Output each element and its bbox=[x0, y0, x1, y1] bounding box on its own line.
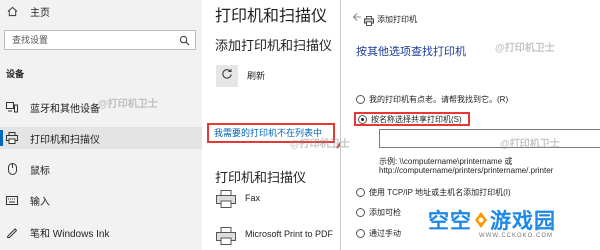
printer-name-fax[interactable]: Fax bbox=[245, 193, 260, 203]
refresh-button[interactable] bbox=[216, 65, 238, 87]
back-arrow-icon[interactable] bbox=[352, 12, 362, 25]
mouse-icon bbox=[6, 163, 18, 175]
radio-button[interactable] bbox=[356, 188, 365, 197]
printer-name-pdf[interactable]: Microsoft Print to PDF bbox=[245, 229, 333, 239]
bluetooth-devices-icon bbox=[6, 101, 18, 113]
option-label: 使用 TCP/IP 地址或主机名添加打印机(I) bbox=[369, 188, 511, 197]
option-label: 我的打印机有点老。请帮我找到它。(R) bbox=[369, 95, 509, 104]
radio-button-selected[interactable] bbox=[358, 114, 367, 124]
option-shared-printer[interactable]: 按名称选择共享打印机(S) bbox=[354, 112, 470, 126]
logo-mark-icon bbox=[474, 211, 488, 229]
keyboard-icon bbox=[6, 194, 18, 206]
option-manual[interactable]: 通过手动 bbox=[356, 228, 401, 239]
logo-text-1: 空空 bbox=[428, 210, 472, 233]
radio-button[interactable] bbox=[356, 229, 365, 238]
option-label: 通过手动 bbox=[369, 229, 401, 238]
dialog-heading: 按其他选项查找打印机 bbox=[356, 46, 466, 58]
shared-printer-name-input[interactable] bbox=[379, 129, 600, 148]
home-icon bbox=[6, 5, 18, 17]
radio-button[interactable] bbox=[356, 95, 365, 104]
option-discoverable[interactable]: 添加可检 bbox=[356, 207, 401, 218]
settings-sidebar: 主页 查找设置 设备 蓝牙和其他设备 打印机和扫描仪 鼠标 输入 笔和 Wind… bbox=[0, 0, 202, 250]
nav-home[interactable]: 主页 bbox=[0, 0, 202, 22]
refresh-icon bbox=[221, 67, 233, 85]
option-label: 添加可检 bbox=[369, 208, 401, 217]
sidebar-item-pen[interactable]: 笔和 Windows Ink bbox=[0, 221, 202, 243]
logo-url: WWW.CCKOKO.COM bbox=[479, 233, 553, 239]
sidebar-item-label: 鼠标 bbox=[30, 165, 50, 177]
nav-section-title: 设备 bbox=[6, 69, 25, 79]
add-printer-heading: 添加打印机和扫描仪 bbox=[215, 38, 333, 53]
fax-printer-icon bbox=[216, 190, 236, 208]
logo-text-2: 游戏园 bbox=[490, 210, 556, 233]
settings-search-input[interactable]: 查找设置 bbox=[4, 30, 196, 50]
sidebar-item-mouse[interactable]: 鼠标 bbox=[0, 158, 202, 180]
printers-page: 打印机和扫描仪 添加打印机和扫描仪 刷新 我需要的打印机不在列表中 打印机和扫描… bbox=[202, 0, 340, 250]
search-placeholder: 查找设置 bbox=[12, 35, 49, 45]
example-line-2: http://computername/printers/printername… bbox=[379, 166, 554, 175]
dialog-title: 添加打印机 bbox=[377, 15, 417, 24]
sidebar-item-label: 笔和 Windows Ink bbox=[30, 228, 110, 240]
watermark-text: @打印机卫士 bbox=[98, 99, 158, 110]
radio-button[interactable] bbox=[356, 208, 365, 217]
pdf-printer-icon bbox=[216, 227, 236, 245]
option-tcpip[interactable]: 使用 TCP/IP 地址或主机名添加打印机(I) bbox=[356, 187, 511, 198]
refresh-label: 刷新 bbox=[247, 71, 266, 81]
watermark-text: @打印机卫士 bbox=[500, 139, 560, 150]
watermark-text: @打印机卫士 bbox=[495, 43, 555, 54]
pen-icon bbox=[6, 226, 18, 238]
dialog-printer-icon bbox=[364, 13, 374, 31]
sidebar-item-typing[interactable]: 输入 bbox=[0, 189, 202, 211]
page-title: 打印机和扫描仪 bbox=[215, 8, 328, 25]
nav-home-label: 主页 bbox=[30, 7, 50, 19]
site-logo: 空空 游戏园 bbox=[428, 205, 556, 235]
option-label: 按名称选择共享打印机(S) bbox=[371, 114, 462, 124]
search-icon[interactable] bbox=[179, 34, 190, 52]
option-old-printer[interactable]: 我的打印机有点老。请帮我找到它。(R) bbox=[356, 94, 508, 105]
watermark-text: @打印机卫士 bbox=[290, 139, 350, 150]
printer-icon bbox=[6, 132, 18, 144]
sidebar-item-label: 蓝牙和其他设备 bbox=[30, 103, 100, 115]
sidebar-item-label: 输入 bbox=[30, 196, 50, 208]
sidebar-item-label: 打印机和扫描仪 bbox=[30, 134, 100, 146]
printers-list-heading: 打印机和扫描仪 bbox=[215, 170, 307, 185]
sidebar-item-printers[interactable]: 打印机和扫描仪 bbox=[0, 127, 202, 149]
